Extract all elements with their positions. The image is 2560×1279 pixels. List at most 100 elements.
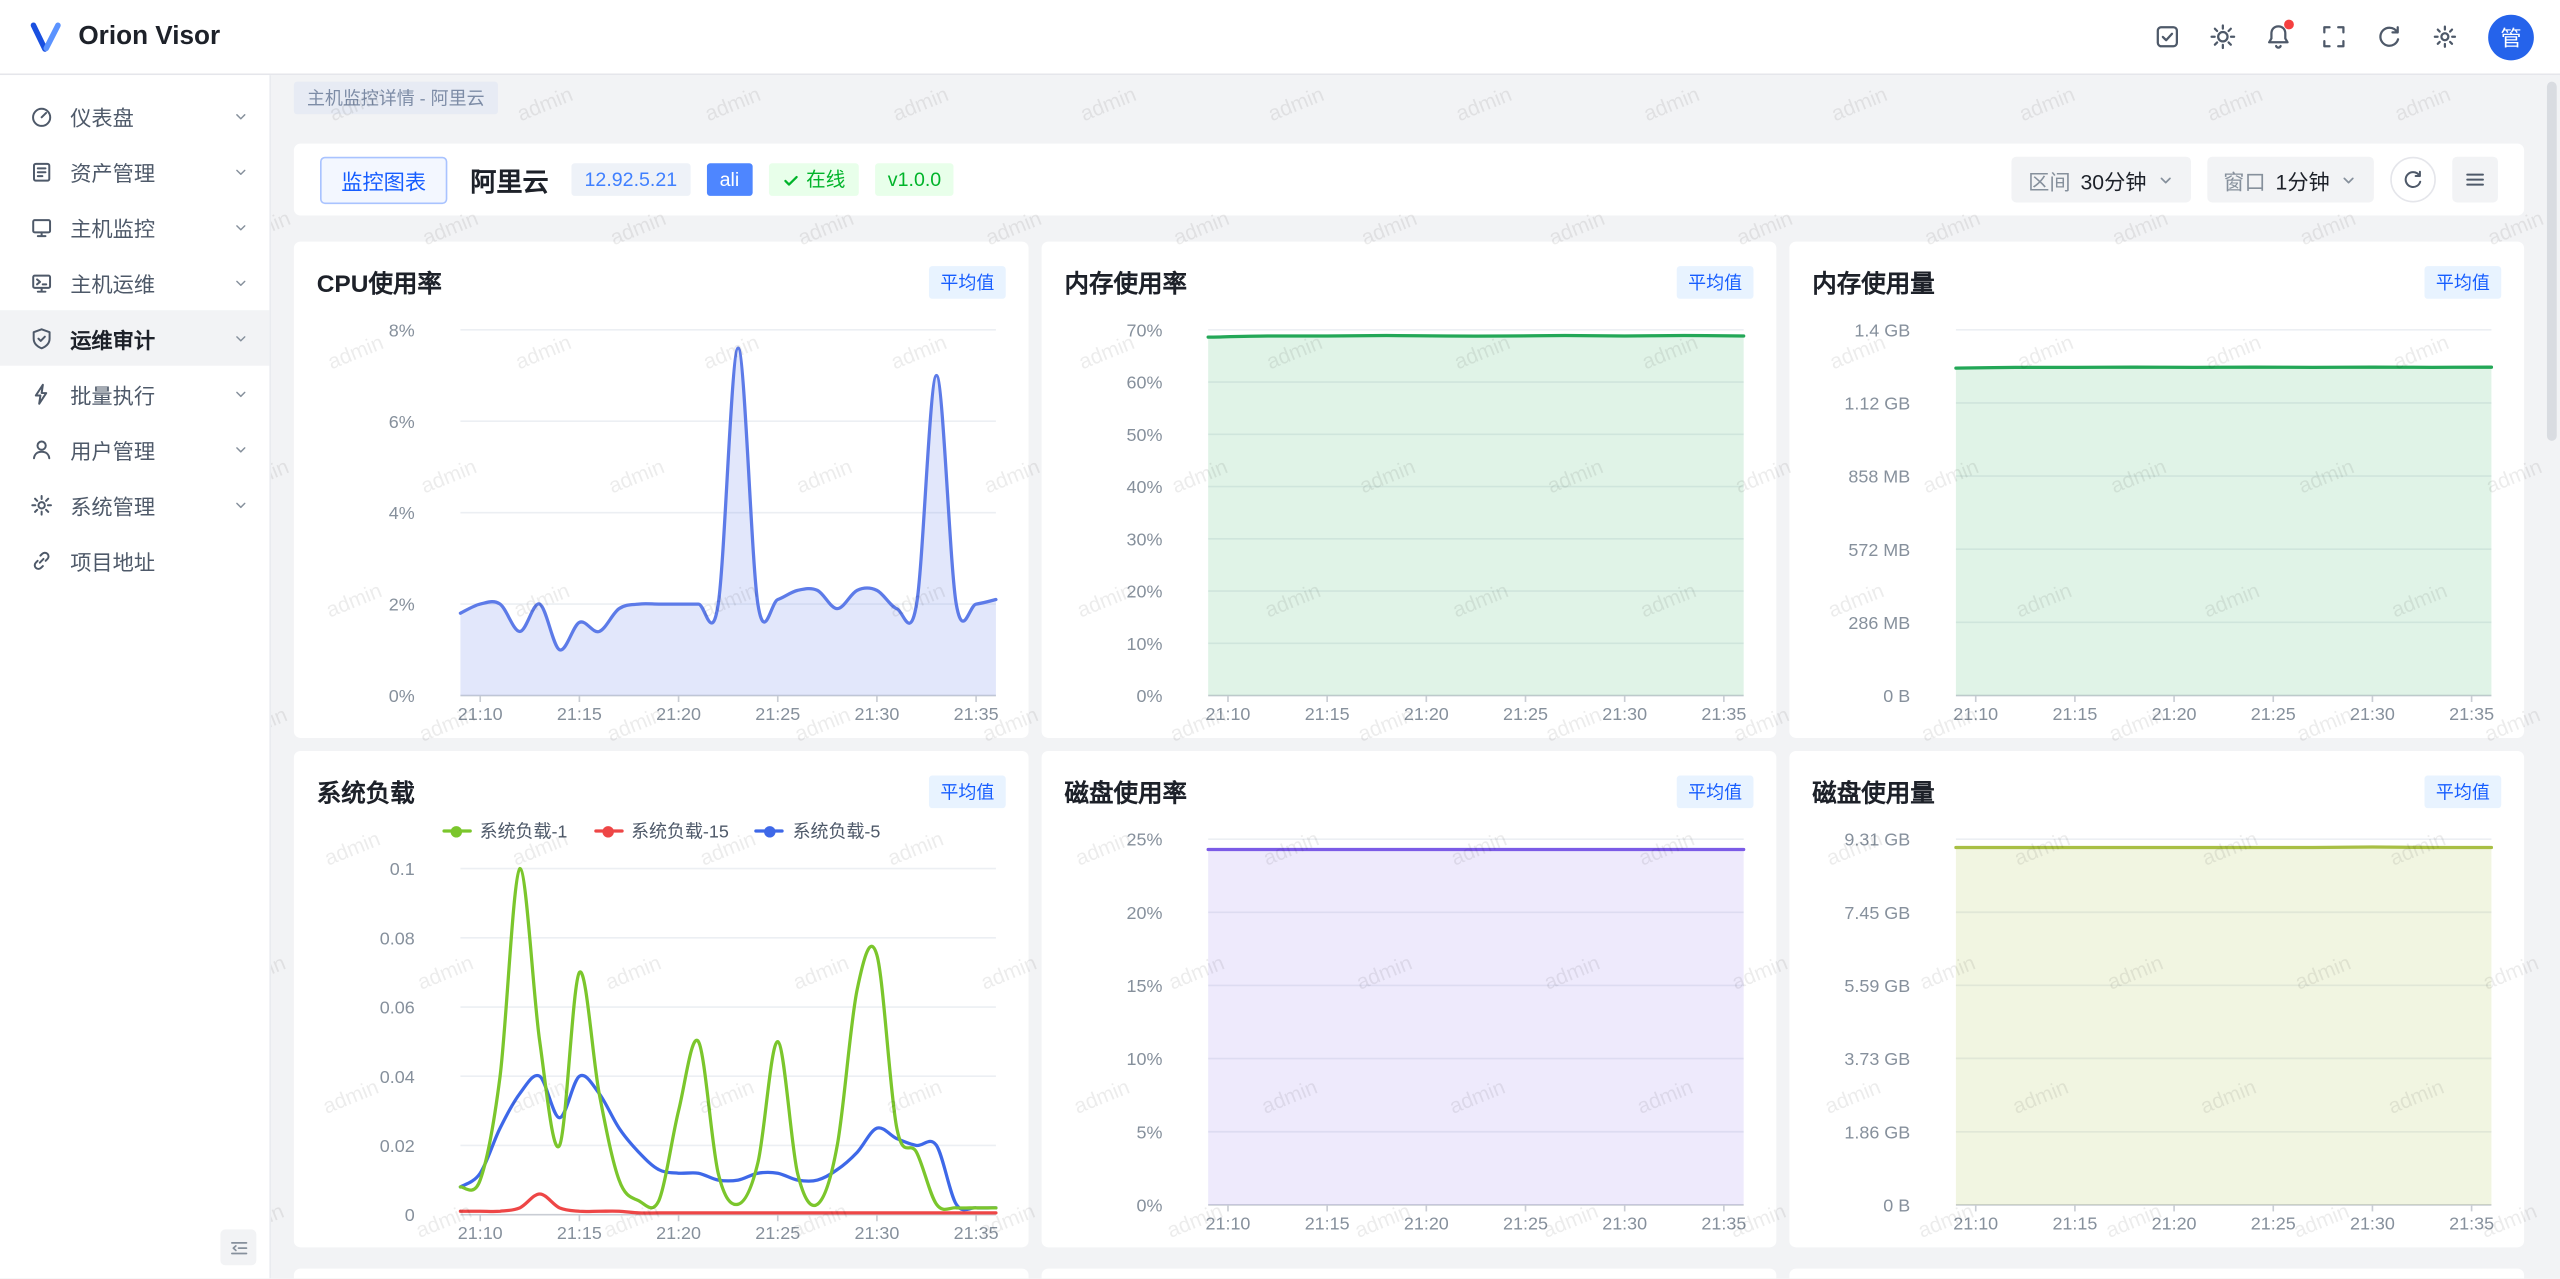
host-header-card: 监控图表 阿里云 12.92.5.21 ali 在线 v1.0.0 区间 30分… [294, 144, 2524, 216]
svg-text:30%: 30% [1127, 529, 1163, 549]
svg-text:21:30: 21:30 [2350, 1213, 2395, 1233]
window-select[interactable]: 窗口 1分钟 [2207, 157, 2374, 203]
refresh-button[interactable] [2364, 12, 2413, 61]
sidebar-item-audit[interactable]: 运维审计 [0, 310, 269, 366]
legend-label: 系统负载-5 [793, 818, 881, 844]
sidebar-item-label: 项目地址 [70, 544, 155, 575]
svg-text:21:10: 21:10 [458, 704, 503, 724]
chevron-down-icon [232, 440, 250, 458]
user-mgmt-icon [29, 437, 53, 461]
host-name: 阿里云 [470, 160, 548, 199]
fullscreen-button[interactable] [2309, 12, 2358, 61]
svg-text:21:15: 21:15 [2052, 1213, 2097, 1233]
sidebar-item-dashboard[interactable]: 仪表盘 [0, 88, 269, 144]
sidebar-item-label: 用户管理 [70, 433, 155, 464]
avg-value-tag[interactable]: 平均值 [2424, 266, 2501, 299]
refresh-charts-button[interactable] [2390, 157, 2436, 203]
notification-badge [2284, 19, 2294, 29]
batch-exec-icon [29, 381, 53, 405]
avg-value-tag[interactable]: 平均值 [1677, 776, 1754, 809]
sidebar-item-host-ops[interactable]: 主机运维 [0, 255, 269, 311]
svg-text:2%: 2% [389, 595, 415, 615]
watermark-text: admin [271, 454, 292, 498]
legend-item[interactable]: 系统负载-1 [442, 818, 567, 844]
svg-text:0%: 0% [1137, 686, 1163, 706]
legend-item[interactable]: 系统负载-15 [594, 818, 729, 844]
svg-text:21:20: 21:20 [2152, 1213, 2197, 1233]
chart-card-peek [1042, 1269, 1777, 1279]
scrollbar[interactable] [2547, 82, 2557, 1272]
svg-text:40%: 40% [1127, 477, 1163, 497]
chart-title: 磁盘使用率 [1064, 775, 1186, 809]
chart-canvas-memory-usage-size[interactable]: 0 B286 MB572 MB858 MB1.12 GB1.4 GB21:102… [1812, 307, 2501, 728]
sidebar-collapse-button[interactable] [220, 1229, 256, 1265]
watermark-text: admin [271, 206, 294, 250]
svg-text:0%: 0% [1137, 1195, 1163, 1215]
settings-icon [2430, 23, 2458, 51]
chart-canvas-disk-usage-size[interactable]: 0 B1.86 GB3.73 GB5.59 GB7.45 GB9.31 GB21… [1812, 816, 2501, 1237]
legend-marker [755, 829, 784, 832]
chart-canvas-system-load[interactable]: 00.020.040.060.080.121:1021:1521:2021:25… [317, 846, 1006, 1248]
svg-text:286 MB: 286 MB [1848, 613, 1910, 633]
svg-text:4%: 4% [389, 503, 415, 523]
svg-text:0 B: 0 B [1883, 686, 1910, 706]
scrollbar-thumb[interactable] [2547, 82, 2557, 441]
svg-text:21:20: 21:20 [656, 704, 701, 724]
chart-canvas-disk-usage-rate[interactable]: 0%5%10%15%20%25%21:1021:1521:2021:2521:3… [1064, 816, 1753, 1237]
svg-text:21:10: 21:10 [1953, 704, 1998, 724]
chart-title: 内存使用率 [1064, 265, 1186, 299]
svg-text:50%: 50% [1127, 425, 1163, 445]
next-row-peek [294, 1269, 2524, 1279]
chart-title: 系统负载 [317, 775, 415, 809]
theme-button[interactable] [2198, 12, 2247, 61]
user-avatar[interactable]: 管 [2488, 14, 2534, 60]
svg-text:21:35: 21:35 [1701, 1213, 1746, 1233]
sidebar-item-batch-exec[interactable]: 批量执行 [0, 366, 269, 422]
svg-text:0.02: 0.02 [380, 1136, 415, 1156]
host-version-tag: v1.0.0 [875, 163, 955, 196]
svg-text:8%: 8% [389, 320, 415, 340]
avg-value-tag[interactable]: 平均值 [929, 776, 1006, 809]
logo[interactable]: Orion Visor [26, 17, 220, 56]
legend-item[interactable]: 系统负载-5 [755, 818, 880, 844]
svg-text:21:20: 21:20 [2152, 704, 2197, 724]
metric-settings-button[interactable] [2452, 157, 2498, 203]
monitor-chart-button[interactable]: 监控图表 [320, 156, 447, 203]
app-title: Orion Visor [78, 22, 220, 51]
svg-text:20%: 20% [1127, 582, 1163, 602]
chart-canvas-memory-usage-rate[interactable]: 0%10%20%30%40%50%60%70%21:1021:1521:2021… [1064, 307, 1753, 728]
legend-label: 系统负载-1 [480, 818, 568, 844]
chart-card-disk-usage-rate: 磁盘使用率平均值0%5%10%15%20%25%21:1021:1521:202… [1042, 751, 1777, 1247]
interval-select[interactable]: 区间 30分钟 [2012, 157, 2191, 203]
sidebar-item-assets[interactable]: 资产管理 [0, 144, 269, 200]
chart-canvas-cpu-usage[interactable]: 0%2%4%6%8%21:1021:1521:2021:2521:3021:35 [317, 307, 1006, 728]
svg-text:0: 0 [405, 1205, 415, 1225]
avg-value-tag[interactable]: 平均值 [1677, 266, 1754, 299]
dashboard-icon [29, 104, 53, 128]
chart-card-peek [1789, 1269, 2524, 1279]
svg-text:21:15: 21:15 [557, 1223, 602, 1243]
project-link-icon [29, 548, 53, 572]
avg-value-tag[interactable]: 平均值 [929, 266, 1006, 299]
topbar: Orion Visor 管 [0, 0, 2560, 75]
avg-value-tag[interactable]: 平均值 [2424, 776, 2501, 809]
chart-legend: 系统负载-1 系统负载-15 系统负载-5 [317, 816, 1006, 845]
chevron-down-icon [232, 384, 250, 402]
sidebar-item-system-mgmt[interactable]: 系统管理 [0, 477, 269, 533]
svg-text:25%: 25% [1127, 830, 1163, 850]
svg-text:10%: 10% [1127, 634, 1163, 654]
tasks-button[interactable] [2142, 12, 2191, 61]
notifications-button[interactable] [2253, 12, 2302, 61]
breadcrumb[interactable]: 主机监控详情 - 阿里云 [294, 82, 498, 115]
settings-button[interactable] [2420, 12, 2469, 61]
chevron-down-icon [2340, 171, 2358, 189]
svg-text:7.45 GB: 7.45 GB [1844, 903, 1910, 923]
check-icon [782, 171, 800, 189]
sidebar-item-host-monitor[interactable]: 主机监控 [0, 199, 269, 255]
svg-text:21:10: 21:10 [1206, 1213, 1251, 1233]
sidebar-item-project-link[interactable]: 项目地址 [0, 532, 269, 588]
sidebar-item-user-mgmt[interactable]: 用户管理 [0, 421, 269, 477]
chart-title: CPU使用率 [317, 265, 442, 299]
svg-text:60%: 60% [1127, 373, 1163, 393]
svg-text:0.08: 0.08 [380, 928, 415, 948]
